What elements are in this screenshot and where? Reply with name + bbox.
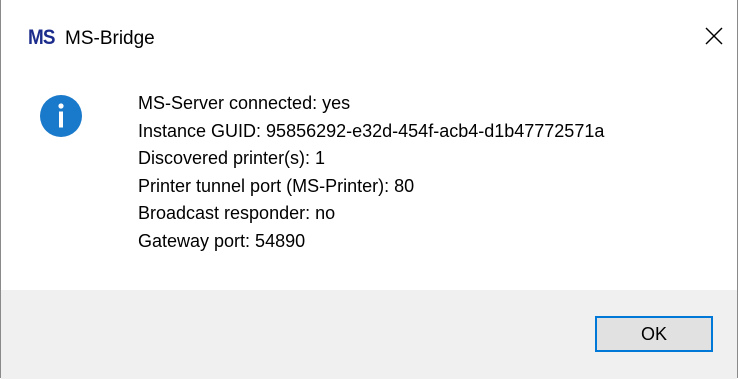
message-text: MS-Server connected: yes Instance GUID: … — [138, 90, 604, 255]
close-icon — [705, 27, 723, 45]
window-title: MS-Bridge — [65, 28, 155, 49]
message-line-instance-guid: Instance GUID: 95856292-e32d-454f-acb4-d… — [138, 120, 605, 141]
message-line-printer-tunnel-port: Printer tunnel port (MS-Printer): 80 — [138, 175, 415, 196]
close-button[interactable] — [691, 8, 737, 64]
ok-button[interactable]: OK — [595, 316, 713, 352]
message-line-broadcast-responder: Broadcast responder: no — [138, 203, 336, 223]
message-line-gateway-port: Gateway port: 54890 — [138, 230, 306, 251]
info-icon — [40, 95, 82, 137]
app-logo: MS — [28, 26, 55, 49]
dialog-content: MS-Server connected: yes Instance GUID: … — [1, 80, 737, 290]
button-bar: OK — [1, 290, 737, 379]
message-line-discovered-printers: Discovered printer(s): 1 — [138, 148, 326, 168]
message-line-server-connected: MS-Server connected: yes — [138, 93, 351, 113]
title-bar[interactable]: MS MS-Bridge — [1, 0, 737, 80]
message-dialog: MS MS-Bridge MS-Server connected: yes In… — [0, 0, 738, 379]
